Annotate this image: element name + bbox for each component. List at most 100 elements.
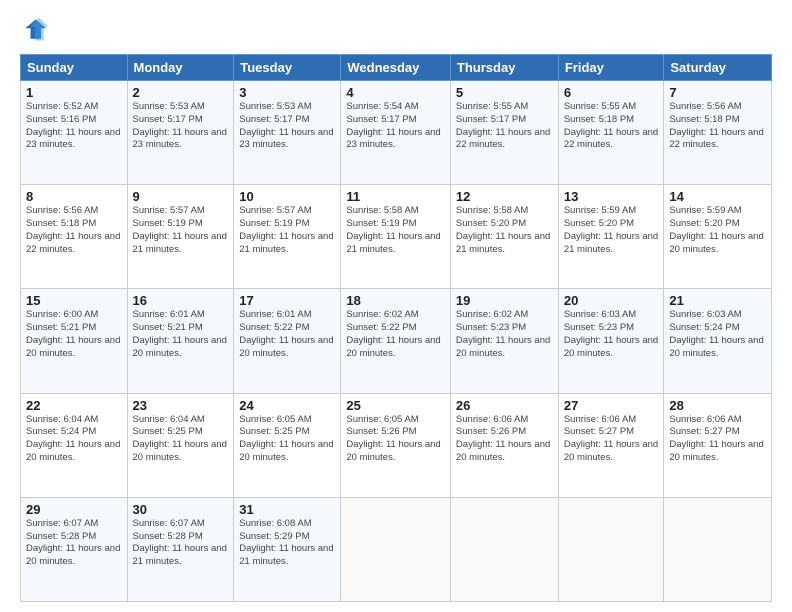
day-number: 14 [669, 189, 766, 204]
day-number: 25 [346, 398, 445, 413]
calendar-cell: 20Sunrise: 6:03 AMSunset: 5:23 PMDayligh… [558, 289, 664, 393]
day-number: 12 [456, 189, 553, 204]
day-info: Sunrise: 6:06 AMSunset: 5:27 PMDaylight:… [669, 414, 766, 465]
calendar-cell: 13Sunrise: 5:59 AMSunset: 5:20 PMDayligh… [558, 185, 664, 289]
day-info: Sunrise: 6:07 AMSunset: 5:28 PMDaylight:… [26, 518, 122, 569]
day-number: 18 [346, 293, 445, 308]
day-info: Sunrise: 6:05 AMSunset: 5:26 PMDaylight:… [346, 414, 445, 465]
calendar-cell: 29Sunrise: 6:07 AMSunset: 5:28 PMDayligh… [21, 497, 128, 601]
calendar-cell: 3Sunrise: 5:53 AMSunset: 5:17 PMDaylight… [234, 81, 341, 185]
day-info: Sunrise: 6:07 AMSunset: 5:28 PMDaylight:… [133, 518, 229, 569]
day-number: 20 [564, 293, 659, 308]
calendar-week-row: 22Sunrise: 6:04 AMSunset: 5:24 PMDayligh… [21, 393, 772, 497]
day-number: 5 [456, 85, 553, 100]
calendar-cell: 10Sunrise: 5:57 AMSunset: 5:19 PMDayligh… [234, 185, 341, 289]
day-info: Sunrise: 5:52 AMSunset: 5:16 PMDaylight:… [26, 101, 122, 152]
calendar-header-tuesday: Tuesday [234, 55, 341, 81]
day-info: Sunrise: 5:54 AMSunset: 5:17 PMDaylight:… [346, 101, 445, 152]
day-number: 21 [669, 293, 766, 308]
day-number: 29 [26, 502, 122, 517]
calendar-cell: 12Sunrise: 5:58 AMSunset: 5:20 PMDayligh… [450, 185, 558, 289]
day-number: 16 [133, 293, 229, 308]
calendar-header-friday: Friday [558, 55, 664, 81]
calendar-cell: 24Sunrise: 6:05 AMSunset: 5:25 PMDayligh… [234, 393, 341, 497]
day-number: 11 [346, 189, 445, 204]
day-number: 8 [26, 189, 122, 204]
calendar-cell [664, 497, 772, 601]
calendar-cell: 2Sunrise: 5:53 AMSunset: 5:17 PMDaylight… [127, 81, 234, 185]
page: SundayMondayTuesdayWednesdayThursdayFrid… [0, 0, 792, 612]
calendar-cell: 23Sunrise: 6:04 AMSunset: 5:25 PMDayligh… [127, 393, 234, 497]
day-number: 6 [564, 85, 659, 100]
day-number: 13 [564, 189, 659, 204]
header [20, 16, 772, 44]
calendar-cell: 4Sunrise: 5:54 AMSunset: 5:17 PMDaylight… [341, 81, 451, 185]
day-info: Sunrise: 6:04 AMSunset: 5:25 PMDaylight:… [133, 414, 229, 465]
day-number: 7 [669, 85, 766, 100]
calendar-week-row: 1Sunrise: 5:52 AMSunset: 5:16 PMDaylight… [21, 81, 772, 185]
calendar-cell: 15Sunrise: 6:00 AMSunset: 5:21 PMDayligh… [21, 289, 128, 393]
calendar-cell: 26Sunrise: 6:06 AMSunset: 5:26 PMDayligh… [450, 393, 558, 497]
calendar-cell: 16Sunrise: 6:01 AMSunset: 5:21 PMDayligh… [127, 289, 234, 393]
day-number: 24 [239, 398, 335, 413]
day-info: Sunrise: 6:03 AMSunset: 5:24 PMDaylight:… [669, 309, 766, 360]
day-number: 22 [26, 398, 122, 413]
day-info: Sunrise: 6:00 AMSunset: 5:21 PMDaylight:… [26, 309, 122, 360]
calendar-table: SundayMondayTuesdayWednesdayThursdayFrid… [20, 54, 772, 602]
day-number: 17 [239, 293, 335, 308]
calendar-cell: 18Sunrise: 6:02 AMSunset: 5:22 PMDayligh… [341, 289, 451, 393]
day-info: Sunrise: 5:53 AMSunset: 5:17 PMDaylight:… [133, 101, 229, 152]
day-info: Sunrise: 5:59 AMSunset: 5:20 PMDaylight:… [669, 205, 766, 256]
logo-icon [20, 16, 48, 44]
day-info: Sunrise: 5:53 AMSunset: 5:17 PMDaylight:… [239, 101, 335, 152]
calendar-header-row: SundayMondayTuesdayWednesdayThursdayFrid… [21, 55, 772, 81]
day-info: Sunrise: 6:01 AMSunset: 5:22 PMDaylight:… [239, 309, 335, 360]
calendar-cell: 28Sunrise: 6:06 AMSunset: 5:27 PMDayligh… [664, 393, 772, 497]
day-number: 4 [346, 85, 445, 100]
day-info: Sunrise: 5:56 AMSunset: 5:18 PMDaylight:… [669, 101, 766, 152]
calendar-cell: 27Sunrise: 6:06 AMSunset: 5:27 PMDayligh… [558, 393, 664, 497]
day-info: Sunrise: 6:02 AMSunset: 5:22 PMDaylight:… [346, 309, 445, 360]
calendar-cell: 17Sunrise: 6:01 AMSunset: 5:22 PMDayligh… [234, 289, 341, 393]
day-number: 10 [239, 189, 335, 204]
day-number: 3 [239, 85, 335, 100]
calendar-cell: 31Sunrise: 6:08 AMSunset: 5:29 PMDayligh… [234, 497, 341, 601]
day-info: Sunrise: 6:02 AMSunset: 5:23 PMDaylight:… [456, 309, 553, 360]
day-number: 31 [239, 502, 335, 517]
calendar-cell: 19Sunrise: 6:02 AMSunset: 5:23 PMDayligh… [450, 289, 558, 393]
day-info: Sunrise: 5:58 AMSunset: 5:19 PMDaylight:… [346, 205, 445, 256]
calendar-header-sunday: Sunday [21, 55, 128, 81]
day-number: 19 [456, 293, 553, 308]
calendar-cell [558, 497, 664, 601]
calendar-cell: 8Sunrise: 5:56 AMSunset: 5:18 PMDaylight… [21, 185, 128, 289]
calendar-header-thursday: Thursday [450, 55, 558, 81]
calendar-week-row: 15Sunrise: 6:00 AMSunset: 5:21 PMDayligh… [21, 289, 772, 393]
day-number: 15 [26, 293, 122, 308]
day-info: Sunrise: 5:57 AMSunset: 5:19 PMDaylight:… [133, 205, 229, 256]
day-info: Sunrise: 5:58 AMSunset: 5:20 PMDaylight:… [456, 205, 553, 256]
calendar-cell: 5Sunrise: 5:55 AMSunset: 5:17 PMDaylight… [450, 81, 558, 185]
calendar-cell: 11Sunrise: 5:58 AMSunset: 5:19 PMDayligh… [341, 185, 451, 289]
day-number: 2 [133, 85, 229, 100]
calendar-cell: 22Sunrise: 6:04 AMSunset: 5:24 PMDayligh… [21, 393, 128, 497]
calendar-cell: 1Sunrise: 5:52 AMSunset: 5:16 PMDaylight… [21, 81, 128, 185]
day-info: Sunrise: 6:05 AMSunset: 5:25 PMDaylight:… [239, 414, 335, 465]
day-info: Sunrise: 5:56 AMSunset: 5:18 PMDaylight:… [26, 205, 122, 256]
day-info: Sunrise: 5:55 AMSunset: 5:18 PMDaylight:… [564, 101, 659, 152]
day-number: 28 [669, 398, 766, 413]
calendar-week-row: 29Sunrise: 6:07 AMSunset: 5:28 PMDayligh… [21, 497, 772, 601]
day-info: Sunrise: 6:06 AMSunset: 5:27 PMDaylight:… [564, 414, 659, 465]
calendar-cell: 21Sunrise: 6:03 AMSunset: 5:24 PMDayligh… [664, 289, 772, 393]
calendar-cell: 25Sunrise: 6:05 AMSunset: 5:26 PMDayligh… [341, 393, 451, 497]
calendar-cell: 30Sunrise: 6:07 AMSunset: 5:28 PMDayligh… [127, 497, 234, 601]
day-info: Sunrise: 5:59 AMSunset: 5:20 PMDaylight:… [564, 205, 659, 256]
day-info: Sunrise: 6:01 AMSunset: 5:21 PMDaylight:… [133, 309, 229, 360]
day-number: 26 [456, 398, 553, 413]
calendar-header-monday: Monday [127, 55, 234, 81]
calendar-week-row: 8Sunrise: 5:56 AMSunset: 5:18 PMDaylight… [21, 185, 772, 289]
day-info: Sunrise: 6:04 AMSunset: 5:24 PMDaylight:… [26, 414, 122, 465]
calendar-cell: 6Sunrise: 5:55 AMSunset: 5:18 PMDaylight… [558, 81, 664, 185]
day-number: 9 [133, 189, 229, 204]
day-number: 30 [133, 502, 229, 517]
day-info: Sunrise: 6:06 AMSunset: 5:26 PMDaylight:… [456, 414, 553, 465]
